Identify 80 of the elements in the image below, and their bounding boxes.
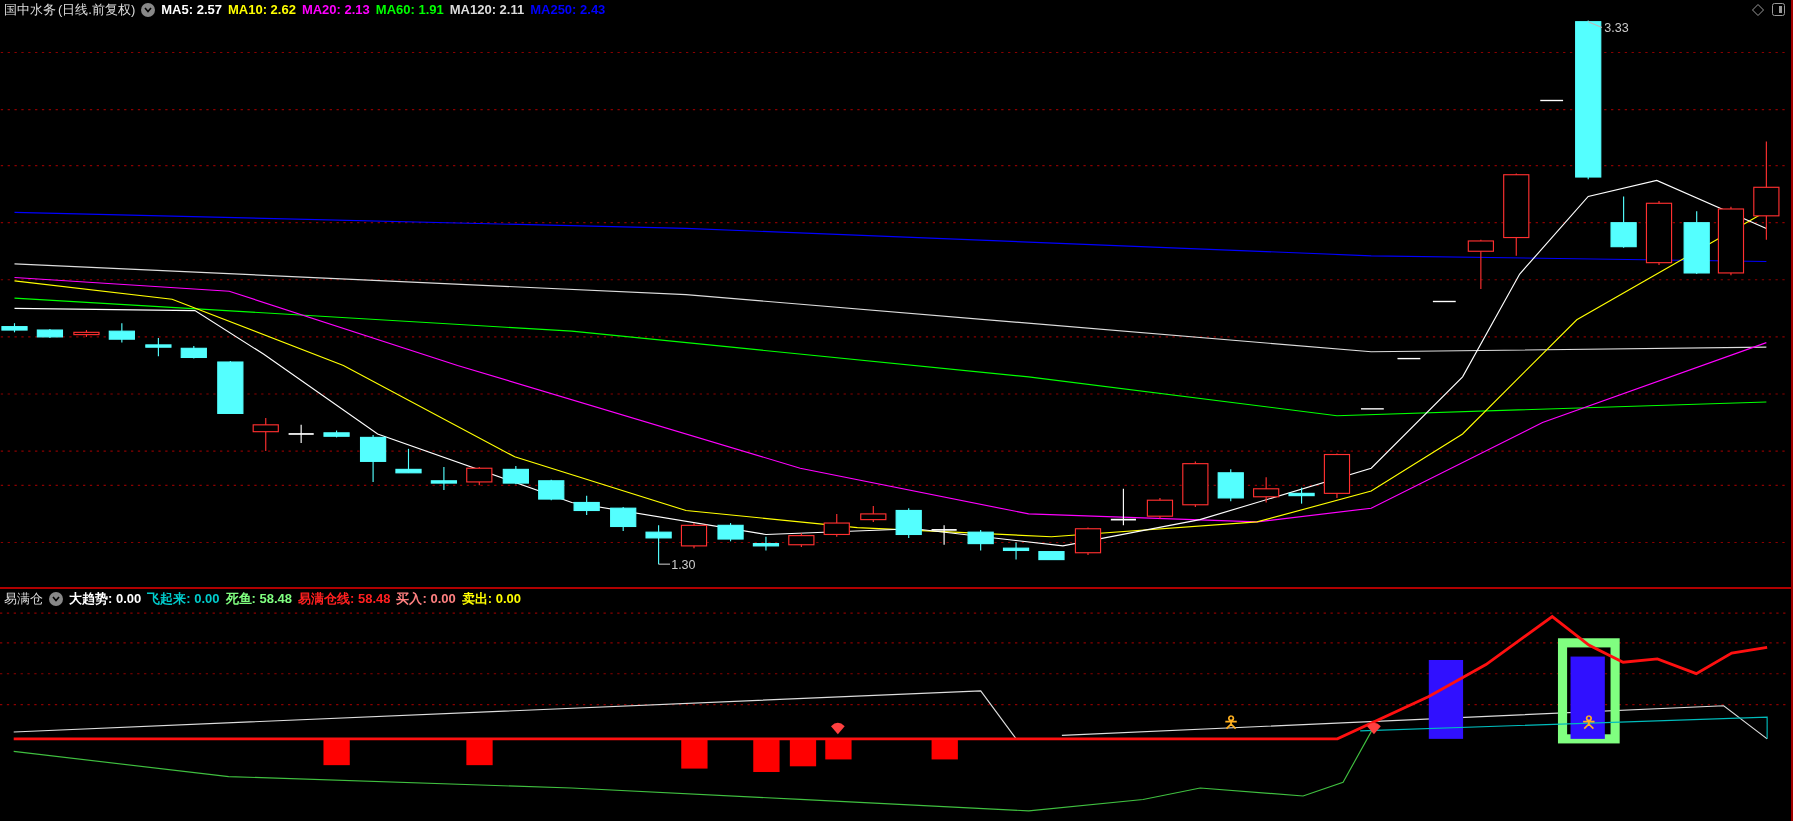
candlestick bbox=[1253, 476, 1280, 504]
candlestick bbox=[573, 495, 600, 516]
candlestick bbox=[395, 448, 422, 474]
candlestick bbox=[1323, 452, 1351, 499]
price-label: 1.30 bbox=[671, 557, 696, 572]
candlestick bbox=[466, 466, 493, 486]
candlestick bbox=[1360, 408, 1385, 410]
indicator-bar bbox=[931, 740, 958, 760]
leader-line bbox=[1587, 21, 1603, 28]
indicator-bar bbox=[789, 740, 817, 767]
candlestick bbox=[108, 322, 135, 344]
indicator-value: 卖出: 0.00 bbox=[461, 590, 521, 609]
indicator-value: MA5: 2.57 bbox=[161, 1, 222, 20]
candlestick bbox=[645, 524, 672, 565]
indicator-bar bbox=[323, 740, 350, 766]
candlestick bbox=[1, 322, 28, 333]
candlestick bbox=[1432, 300, 1457, 303]
indicator-value: MA10: 2.62 bbox=[228, 1, 296, 20]
candlestick bbox=[930, 524, 958, 546]
indicator-value: 买入: 0.00 bbox=[396, 590, 456, 609]
candlestick bbox=[895, 507, 922, 539]
indicator-value: 大趋势: 0.00 bbox=[69, 590, 142, 609]
indicator-bar bbox=[466, 740, 493, 766]
dropdown-icon[interactable] bbox=[49, 592, 63, 606]
candlestick bbox=[1074, 527, 1102, 556]
candlestick bbox=[1467, 239, 1494, 290]
leader-line bbox=[658, 563, 671, 565]
candlestick bbox=[1110, 488, 1137, 526]
candlestick bbox=[36, 328, 64, 339]
indicator-bar bbox=[681, 740, 708, 769]
candlestick bbox=[610, 506, 637, 532]
indicator-value: 易满仓线: 58.48 bbox=[298, 590, 391, 609]
candlestick bbox=[1038, 551, 1065, 561]
candlestick bbox=[1396, 357, 1421, 360]
candlestick bbox=[430, 466, 458, 491]
candlestick bbox=[860, 505, 887, 523]
candlestick bbox=[1002, 541, 1030, 561]
dropdown-icon[interactable] bbox=[141, 3, 156, 17]
candlestick bbox=[1146, 497, 1174, 520]
candlestick bbox=[1539, 99, 1564, 102]
candlestick bbox=[217, 360, 244, 414]
candlestick bbox=[502, 465, 529, 485]
candlestick bbox=[287, 424, 315, 444]
candlestick bbox=[967, 529, 994, 552]
candlestick bbox=[752, 536, 780, 552]
candlestick bbox=[252, 417, 279, 452]
candlestick bbox=[788, 532, 815, 548]
candlestick bbox=[145, 337, 172, 357]
candlestick bbox=[73, 329, 100, 338]
candlestick bbox=[1683, 210, 1710, 275]
indicator-value: 死鱼: 58.48 bbox=[225, 590, 292, 609]
candlestick bbox=[823, 513, 850, 538]
chart-title: 易满仓 bbox=[4, 590, 43, 609]
indicator-value: MA250: 2.43 bbox=[530, 1, 606, 20]
chart-mode: (日线.前复权) bbox=[58, 1, 136, 20]
signal-icon bbox=[1367, 722, 1381, 735]
signal-icon bbox=[831, 722, 845, 735]
person-icon bbox=[1582, 715, 1596, 730]
candlestick bbox=[1182, 460, 1209, 508]
candlestick bbox=[680, 522, 708, 549]
price-label: 3.33 bbox=[1604, 21, 1629, 35]
indicator-value: MA20: 2.13 bbox=[301, 1, 370, 20]
candlestick bbox=[1217, 468, 1244, 502]
candlestick bbox=[1610, 195, 1637, 249]
person-icon bbox=[1224, 715, 1238, 730]
candlestick bbox=[1288, 487, 1315, 505]
candlestick bbox=[359, 434, 387, 483]
candlestick bbox=[717, 522, 744, 542]
panel-toggle-icon[interactable] bbox=[1772, 3, 1785, 16]
indicator-bar bbox=[825, 740, 852, 760]
candlestick bbox=[323, 429, 350, 438]
candlestick bbox=[538, 479, 565, 501]
indicator-value: MA60: 1.91 bbox=[375, 1, 444, 20]
candlestick bbox=[1645, 200, 1673, 266]
candlestick bbox=[1717, 206, 1745, 276]
chart-title: 国中水务 bbox=[4, 1, 56, 20]
indicator-value: MA120: 2.11 bbox=[449, 1, 525, 20]
indicator-value: 飞起来: 0.00 bbox=[147, 590, 220, 609]
indicator-bar bbox=[753, 740, 780, 772]
candlestick bbox=[180, 345, 207, 360]
